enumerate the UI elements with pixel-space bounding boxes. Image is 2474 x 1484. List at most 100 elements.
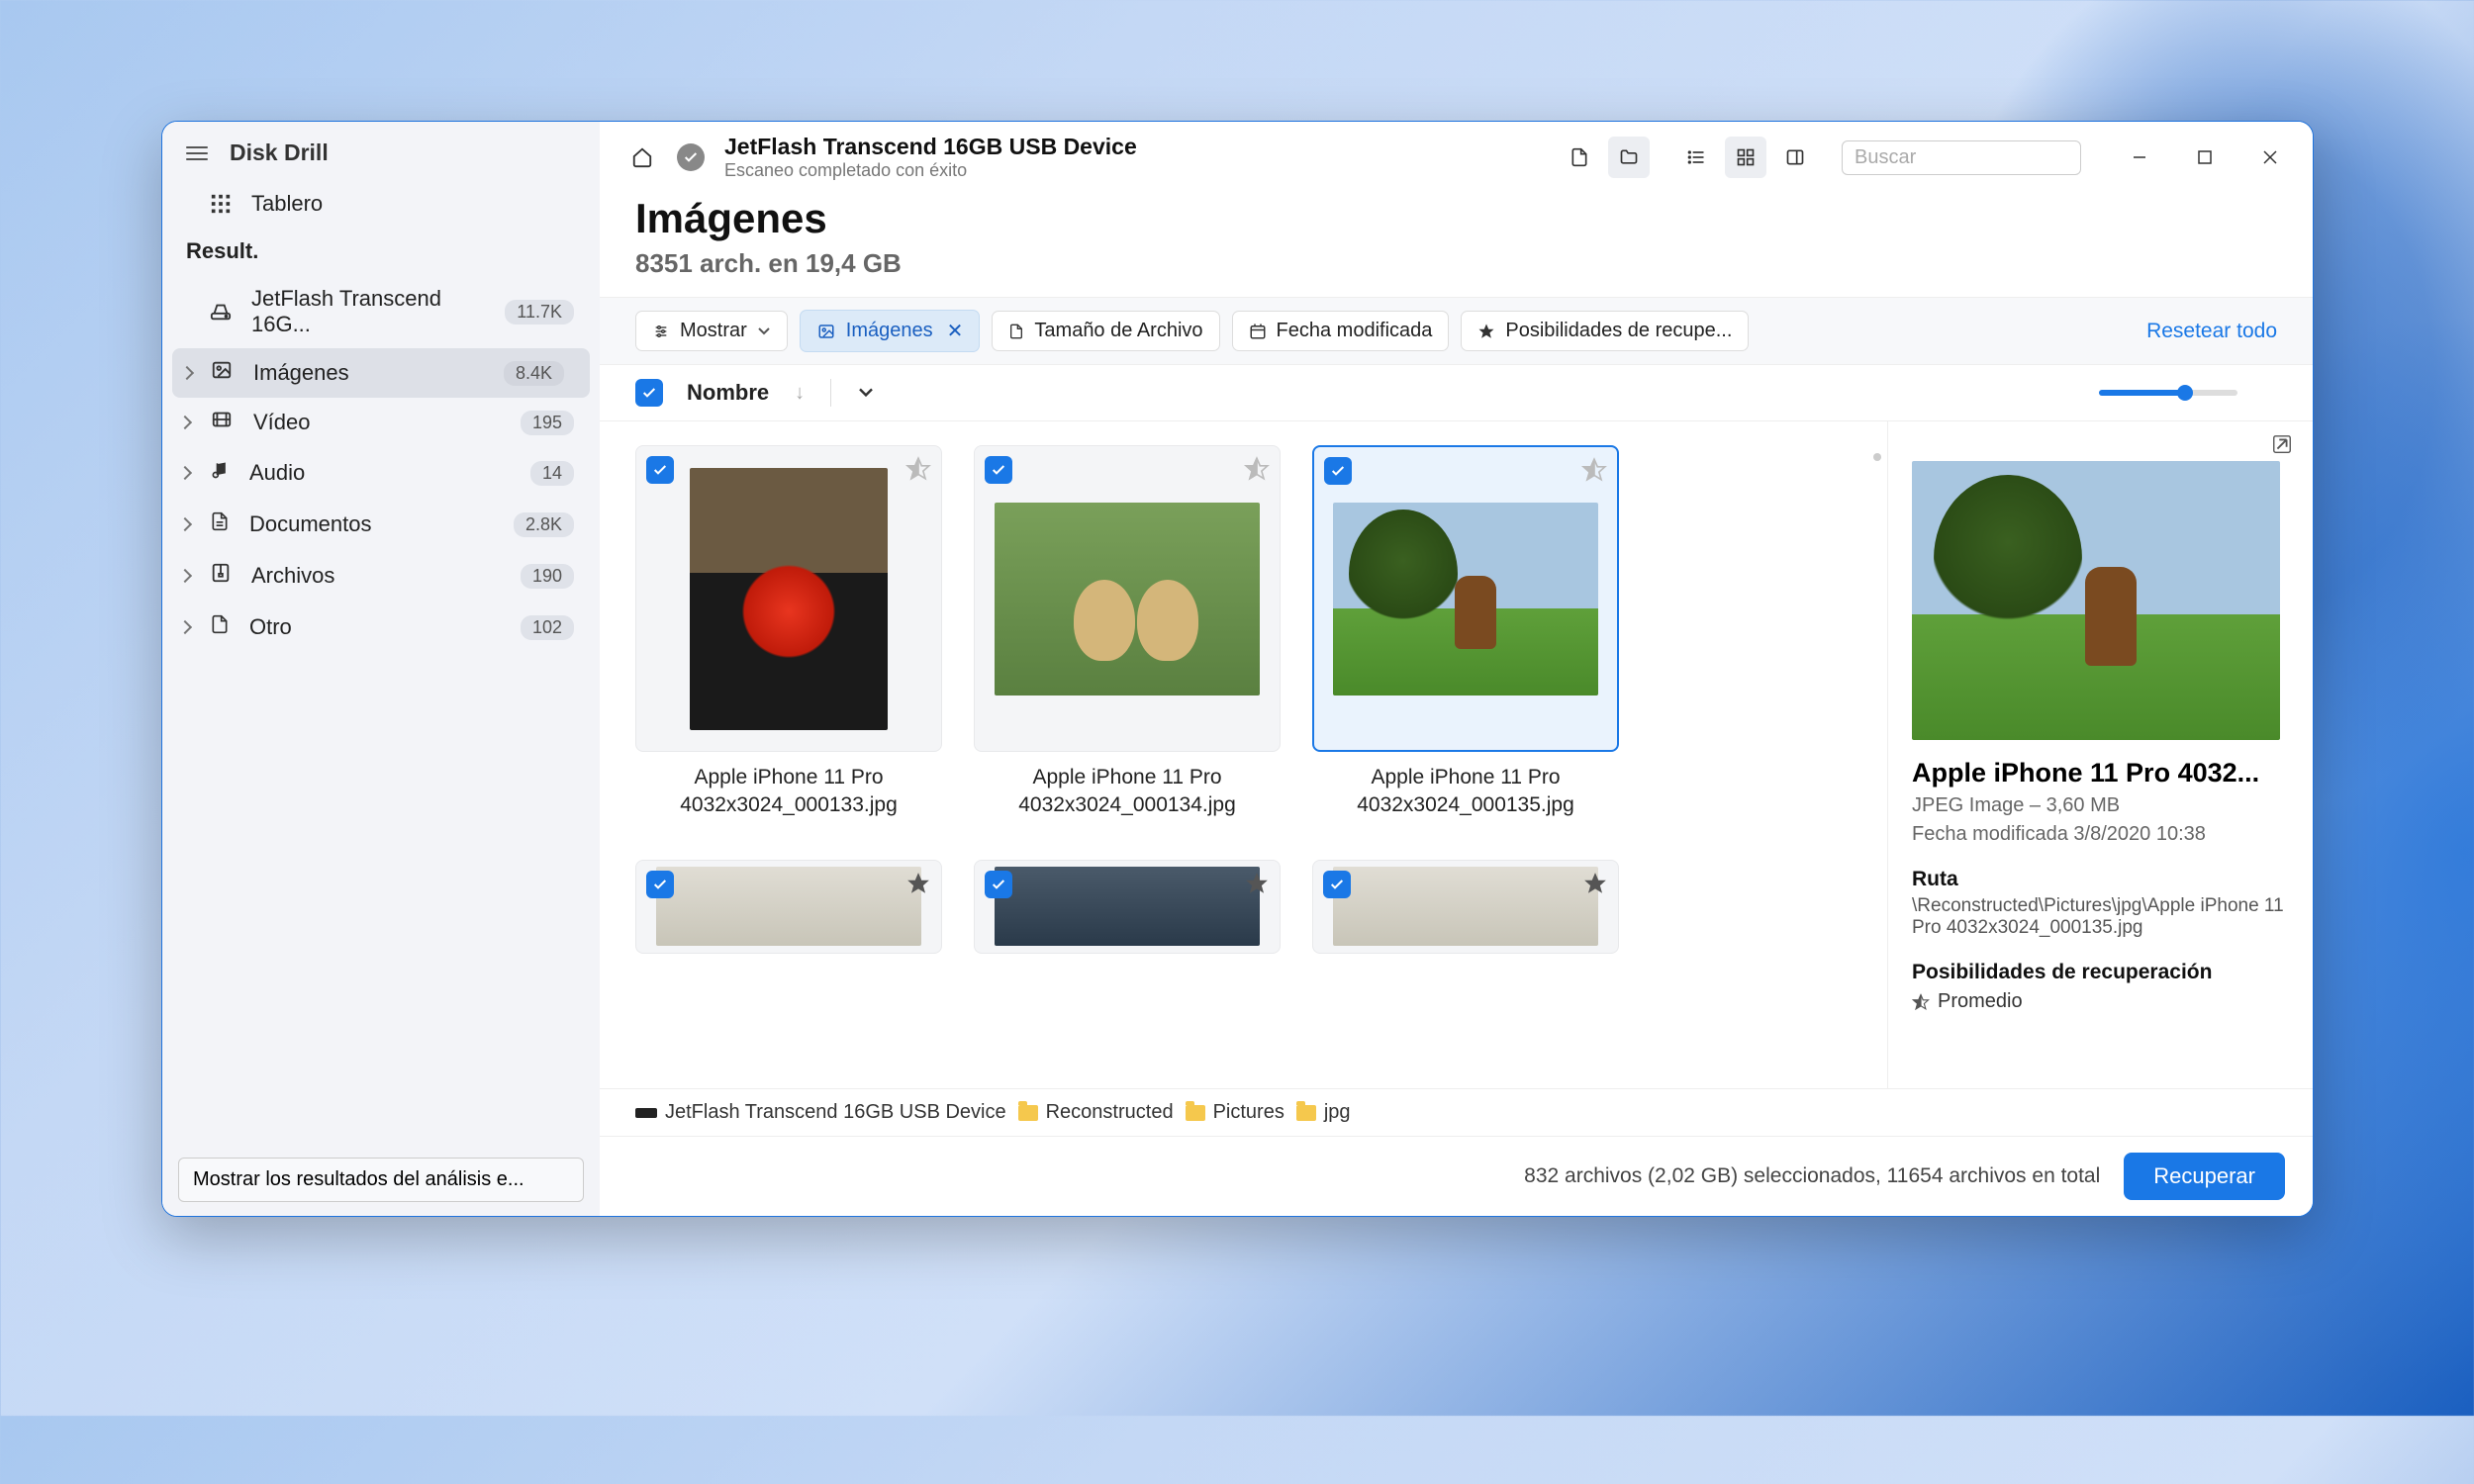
- thumbnail-box[interactable]: [635, 445, 942, 752]
- breadcrumb-bar: JetFlash Transcend 16GB USB Device Recons…: [600, 1088, 2313, 1136]
- sidebar-item-other[interactable]: Otro102: [162, 602, 600, 653]
- breadcrumb-item[interactable]: Pictures: [1186, 1101, 1285, 1124]
- star-button[interactable]: [1582, 871, 1608, 901]
- card-caption: Apple iPhone 11 Pro4032x3024_000135.jpg: [1312, 764, 1619, 820]
- list-view-button[interactable]: [1675, 137, 1717, 178]
- images-icon: [210, 359, 234, 387]
- footer-bar: 832 archivos (2,02 GB) seleccionados, 11…: [600, 1136, 2313, 1216]
- result-card[interactable]: [635, 860, 942, 954]
- chevron-down-icon: [757, 326, 771, 336]
- show-results-button[interactable]: Mostrar los resultados del análisis e...: [178, 1158, 584, 1202]
- chevron-right-icon: [178, 517, 192, 531]
- category-count: 8.4K: [504, 361, 564, 386]
- thumbnail-box[interactable]: [1312, 445, 1619, 752]
- drive-icon: [635, 1108, 657, 1118]
- reset-filters-link[interactable]: Resetear todo: [2146, 320, 2277, 343]
- home-button[interactable]: [621, 137, 663, 178]
- card-checkbox[interactable]: [1323, 871, 1351, 898]
- thumbnail-image: [1333, 867, 1598, 946]
- breadcrumb-label: JetFlash Transcend 16GB USB Device: [665, 1101, 1006, 1124]
- filter-images-active[interactable]: Imágenes ✕: [800, 310, 981, 352]
- folder-icon: [1296, 1105, 1316, 1121]
- search-box[interactable]: [1842, 140, 2081, 175]
- maximize-button[interactable]: [2184, 137, 2226, 178]
- breadcrumb-item[interactable]: Reconstructed: [1018, 1101, 1174, 1124]
- folder-button[interactable]: [1608, 137, 1650, 178]
- close-button[interactable]: [2249, 137, 2291, 178]
- thumbnail-box[interactable]: [635, 860, 942, 954]
- sidebar-item-dashboard[interactable]: Tablero: [162, 180, 600, 228]
- thumbnail-box[interactable]: [1312, 860, 1619, 954]
- search-input[interactable]: [1855, 146, 2117, 169]
- category-count: 195: [521, 411, 574, 435]
- sidebar-item-video[interactable]: Vídeo195: [162, 398, 600, 447]
- zoom-slider[interactable]: [2099, 390, 2237, 396]
- menu-icon[interactable]: [186, 146, 208, 160]
- result-card[interactable]: Apple iPhone 11 Pro4032x3024_000134.jpg: [974, 445, 1281, 820]
- category-count: 2.8K: [514, 512, 574, 537]
- recover-button[interactable]: Recuperar: [2124, 1153, 2285, 1200]
- thumbnail-box[interactable]: [974, 445, 1281, 752]
- chevron-right-icon: [178, 569, 192, 583]
- star-button[interactable]: [1244, 456, 1270, 487]
- breadcrumb-item[interactable]: jpg: [1296, 1101, 1351, 1124]
- other-icon: [210, 612, 230, 642]
- folder-icon: [1018, 1105, 1038, 1121]
- result-card[interactable]: Apple iPhone 11 Pro4032x3024_000133.jpg: [635, 445, 942, 820]
- sidebar-item-archives[interactable]: Archivos190: [162, 550, 600, 602]
- filter-bar: Mostrar Imágenes ✕ Tamaño de Archivo Fec…: [600, 297, 2313, 365]
- card-checkbox[interactable]: [985, 456, 1012, 484]
- sidebar-item-documents[interactable]: Documentos2.8K: [162, 499, 600, 550]
- card-caption: Apple iPhone 11 Pro4032x3024_000133.jpg: [635, 764, 942, 820]
- video-icon: [210, 409, 234, 436]
- chevron-down-icon[interactable]: [857, 387, 875, 399]
- breadcrumb-item[interactable]: JetFlash Transcend 16GB USB Device: [635, 1101, 1006, 1124]
- sort-arrow-icon[interactable]: ↓: [795, 382, 805, 405]
- scan-status-badge: [677, 143, 705, 171]
- popout-icon[interactable]: [2271, 433, 2293, 455]
- star-button[interactable]: [905, 871, 931, 901]
- sidebar: Disk Drill Tablero Result. JetFlash Tran…: [162, 122, 600, 1216]
- selection-status: 832 archivos (2,02 GB) seleccionados, 11…: [627, 1164, 2124, 1188]
- home-icon: [631, 146, 653, 168]
- minimize-button[interactable]: [2119, 137, 2160, 178]
- sidebar-item-images[interactable]: Imágenes8.4K: [172, 348, 590, 398]
- card-checkbox[interactable]: [646, 456, 674, 484]
- sidebar-item-audio[interactable]: Audio14: [162, 447, 600, 499]
- settings-icon: [652, 324, 670, 339]
- scrollbar-thumb[interactable]: [1873, 453, 1881, 461]
- check-icon: [683, 149, 699, 165]
- details-chance-header: Posibilidades de recuperación: [1912, 961, 2289, 984]
- category-label: Archivos: [251, 563, 334, 589]
- remove-filter-icon[interactable]: ✕: [947, 319, 964, 343]
- device-count: 11.7K: [505, 300, 574, 325]
- star-button[interactable]: [1244, 871, 1270, 901]
- folder-icon: [1618, 147, 1640, 167]
- result-card[interactable]: [1312, 860, 1619, 954]
- star-button[interactable]: [905, 456, 931, 487]
- sidebar-item-device[interactable]: JetFlash Transcend 16G... 11.7K: [162, 275, 600, 348]
- documents-icon: [210, 510, 230, 539]
- main-panel: JetFlash Transcend 16GB USB Device Escan…: [600, 122, 2313, 1216]
- result-card[interactable]: [974, 860, 1281, 954]
- filter-chance[interactable]: Posibilidades de recupe...: [1461, 311, 1749, 351]
- card-checkbox[interactable]: [985, 871, 1012, 898]
- filter-size[interactable]: Tamaño de Archivo: [992, 311, 1219, 351]
- new-file-button[interactable]: [1559, 137, 1600, 178]
- thumbnail-box[interactable]: [974, 860, 1281, 954]
- chevron-right-icon: [180, 366, 194, 380]
- card-checkbox[interactable]: [1324, 457, 1352, 485]
- image-icon: [816, 323, 836, 340]
- file-icon: [1008, 322, 1024, 341]
- page-subtitle: 8351 arch. en 19,4 GB: [635, 248, 2277, 279]
- star-button[interactable]: [1581, 457, 1607, 488]
- card-checkbox[interactable]: [646, 871, 674, 898]
- details-title: Apple iPhone 11 Pro 4032...: [1912, 758, 2289, 788]
- result-card[interactable]: Apple iPhone 11 Pro4032x3024_000135.jpg: [1312, 445, 1619, 820]
- filter-show[interactable]: Mostrar: [635, 311, 788, 351]
- select-all-checkbox[interactable]: [635, 379, 663, 407]
- filter-date[interactable]: Fecha modificada: [1232, 311, 1450, 351]
- split-view-button[interactable]: [1774, 137, 1816, 178]
- grid-view-button[interactable]: [1725, 137, 1766, 178]
- column-name[interactable]: Nombre: [687, 380, 769, 406]
